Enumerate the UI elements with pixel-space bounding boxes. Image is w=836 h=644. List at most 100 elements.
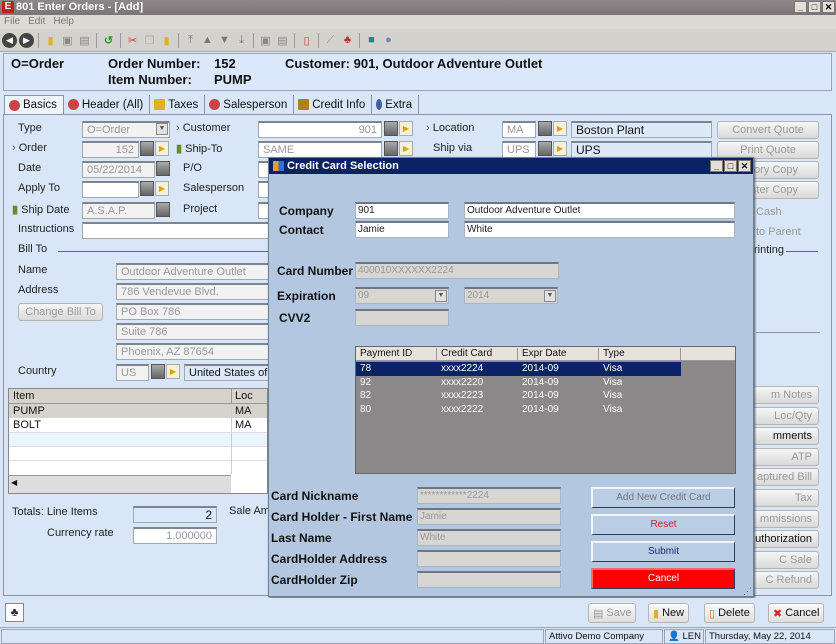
- table-row[interactable]: [9, 432, 267, 446]
- cancel-record-button[interactable]: ✖ Cancel: [768, 603, 825, 623]
- table-row[interactable]: [9, 460, 267, 474]
- list-item[interactable]: 80 xxxx2222 2014-09 Visa: [356, 403, 681, 417]
- print-preview-icon[interactable]: ▣: [258, 33, 273, 48]
- goto-icon[interactable]: ▶: [166, 364, 180, 379]
- company-code-field[interactable]: 901: [355, 202, 449, 219]
- cvv2-field[interactable]: [355, 309, 449, 326]
- dialog-maximize-button[interactable]: □: [724, 160, 737, 172]
- goto-icon[interactable]: ▶: [399, 121, 413, 136]
- undo-icon[interactable]: ↺: [101, 33, 116, 48]
- menu-edit[interactable]: Edit: [24, 15, 49, 29]
- apply-to-field[interactable]: [82, 181, 139, 198]
- cardholder-address-field[interactable]: [417, 550, 561, 567]
- column-header-expr-date[interactable]: Expr Date: [518, 348, 599, 361]
- screen-icon[interactable]: ■: [364, 33, 379, 48]
- location-code-field[interactable]: MA: [502, 121, 536, 138]
- last-name-field[interactable]: White: [417, 529, 561, 546]
- calendar-icon[interactable]: [156, 161, 170, 176]
- table-row[interactable]: [9, 446, 267, 460]
- goto-icon[interactable]: ▶: [155, 181, 169, 196]
- chevron-down-icon[interactable]: ▼: [435, 290, 447, 302]
- currency-rate-field[interactable]: 1.000000: [133, 527, 217, 544]
- copy-record-icon[interactable]: ▣: [60, 33, 75, 48]
- delete-button[interactable]: ▯ Delete: [704, 603, 755, 623]
- ship-to-field[interactable]: SAME: [258, 141, 382, 158]
- minimize-button[interactable]: _: [794, 1, 807, 13]
- ship-date-field[interactable]: A.S.A.P.: [82, 202, 155, 219]
- save-button[interactable]: ▤ Save: [588, 603, 637, 623]
- new-button[interactable]: ▮ New: [648, 603, 690, 623]
- cardholder-zip-field[interactable]: [417, 571, 561, 588]
- list-item[interactable]: 92 xxxx2220 2014-09 Visa: [356, 376, 681, 390]
- holder-first-name-field[interactable]: Jamie: [417, 508, 561, 525]
- lookup-icon[interactable]: [140, 141, 154, 156]
- customer-field[interactable]: 901: [258, 121, 382, 138]
- address-line-1[interactable]: 786 Vendevue Blvd.: [116, 283, 272, 300]
- exp-year-select[interactable]: 2014 ▼: [464, 287, 558, 304]
- lookup-icon[interactable]: [384, 141, 398, 156]
- cancel-button[interactable]: Cancel: [591, 568, 735, 589]
- goto-icon[interactable]: ▶: [399, 141, 413, 156]
- maximize-button[interactable]: □: [808, 1, 821, 13]
- list-item[interactable]: 82 xxxx2223 2014-09 Visa: [356, 389, 681, 403]
- tab-credit-info[interactable]: Credit Info: [294, 95, 373, 114]
- window-title-bar[interactable]: E 801 Enter Orders - [Add] _ □ ✕: [0, 0, 836, 15]
- column-header-payment-id[interactable]: Payment ID: [356, 348, 437, 361]
- goto-icon[interactable]: ▶: [553, 141, 567, 156]
- line-items-grid[interactable]: Item Loc PUMP MA BOLT MA ◀: [8, 388, 268, 494]
- lookup-icon[interactable]: [538, 121, 552, 136]
- menu-file[interactable]: File: [0, 15, 24, 29]
- close-button[interactable]: ✕: [822, 1, 835, 13]
- exp-month-select[interactable]: 09 ▼: [355, 287, 449, 304]
- address-line-3[interactable]: Suite 786: [116, 323, 272, 340]
- table-row[interactable]: BOLT MA: [9, 418, 267, 432]
- column-header-type[interactable]: Type: [599, 348, 681, 361]
- column-header-item[interactable]: Item: [13, 390, 34, 402]
- dialog-minimize-button[interactable]: _: [710, 160, 723, 172]
- lookup-icon[interactable]: [384, 121, 398, 136]
- bill-name-field[interactable]: Outdoor Adventure Outlet: [116, 263, 272, 280]
- tab-salesperson[interactable]: Salesperson: [205, 95, 295, 114]
- address-line-2[interactable]: PO Box 786: [116, 303, 272, 320]
- lookup-icon[interactable]: [140, 181, 154, 196]
- chevron-down-icon[interactable]: ▼: [156, 123, 168, 135]
- dialog-close-button[interactable]: ✕: [738, 160, 751, 172]
- add-new-credit-card-button[interactable]: Add New Credit Card: [591, 487, 735, 508]
- contact-first-field[interactable]: Jamie: [355, 221, 449, 238]
- convert-quote-button[interactable]: Convert Quote: [717, 121, 819, 139]
- address-line-4[interactable]: Phoenix, AZ 87654: [116, 343, 272, 360]
- ship-via-code-field[interactable]: UPS: [502, 141, 536, 158]
- new-icon[interactable]: ▮: [43, 33, 58, 48]
- tab-taxes[interactable]: Taxes: [150, 95, 206, 114]
- column-header-loc[interactable]: Loc: [235, 390, 253, 402]
- card-number-field[interactable]: 400010XXXXXX2224: [355, 262, 559, 279]
- print-icon[interactable]: ▤: [275, 33, 290, 48]
- paste-icon[interactable]: ▮: [159, 33, 174, 48]
- reset-button[interactable]: Reset: [591, 514, 735, 535]
- goto-icon[interactable]: ▶: [553, 121, 567, 136]
- workflow-icon[interactable]: ♣: [5, 603, 24, 622]
- tab-extra[interactable]: Extra: [372, 95, 420, 114]
- people-icon[interactable]: ♣: [340, 33, 355, 48]
- order-field[interactable]: 152: [82, 141, 139, 158]
- prev-record-icon[interactable]: ▲: [200, 33, 215, 48]
- cut-icon[interactable]: ✂: [125, 33, 140, 48]
- tab-header-all[interactable]: Header (All): [63, 95, 151, 114]
- contact-last-field[interactable]: White: [464, 221, 735, 238]
- date-field[interactable]: 05/22/2014: [82, 161, 155, 178]
- first-record-icon[interactable]: ⤒: [183, 33, 198, 48]
- goto-icon[interactable]: ▶: [155, 141, 169, 156]
- lookup-icon[interactable]: [151, 364, 165, 379]
- lookup-icon[interactable]: [538, 141, 552, 156]
- copy-icon[interactable]: ❐: [142, 33, 157, 48]
- save-icon[interactable]: ▤: [77, 33, 92, 48]
- scroll-left-icon[interactable]: ◀: [11, 478, 17, 487]
- card-nickname-field[interactable]: ************2224: [417, 487, 561, 504]
- chart-icon[interactable]: ⟋: [323, 33, 338, 48]
- dialog-title-bar[interactable]: Credit Card Selection _ □ ✕: [269, 158, 753, 174]
- column-header-credit-card[interactable]: Credit Card: [437, 348, 518, 361]
- menu-help[interactable]: Help: [49, 15, 78, 29]
- submit-button[interactable]: Submit: [591, 541, 735, 562]
- help-icon[interactable]: ●: [381, 33, 396, 48]
- chevron-down-icon[interactable]: ▼: [544, 290, 556, 302]
